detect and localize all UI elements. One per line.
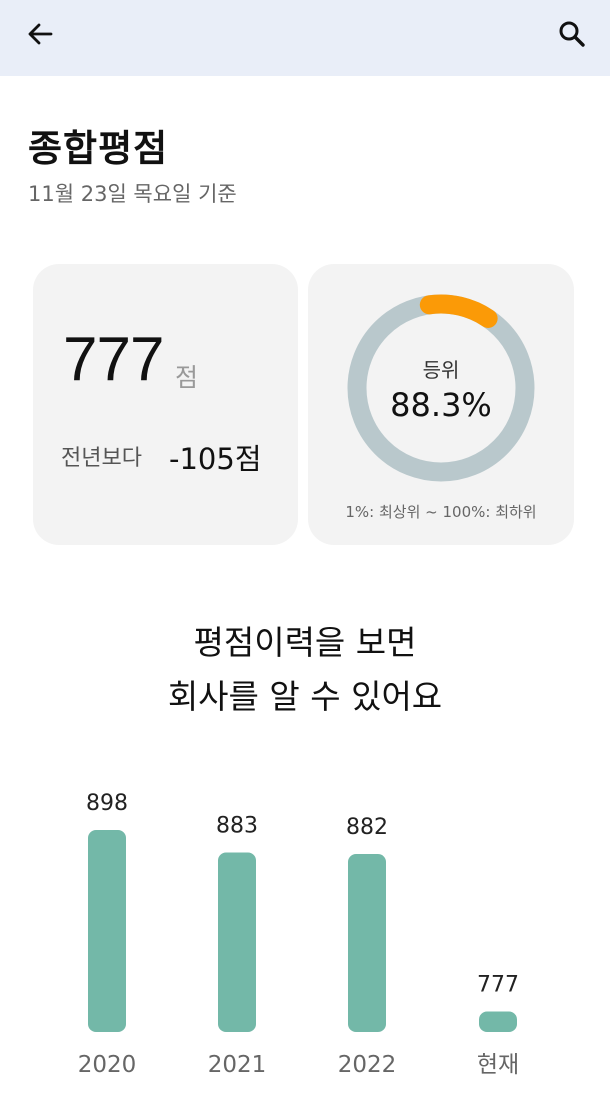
bar-category-label: 2022 bbox=[338, 1052, 397, 1078]
date-subtitle: 11월 23일 목요일 기준 bbox=[28, 182, 237, 206]
score-unit: 점 bbox=[175, 363, 199, 392]
bar-2022 bbox=[348, 854, 386, 1032]
score-value: 777 bbox=[63, 325, 164, 394]
bar-2020 bbox=[88, 830, 126, 1032]
bar-현재 bbox=[479, 1011, 517, 1032]
bar-value-label: 898 bbox=[86, 791, 128, 816]
history-title-line1: 평점이력을 보면 bbox=[193, 623, 417, 662]
bar-category-label: 2020 bbox=[78, 1052, 137, 1078]
bar-value-label: 882 bbox=[346, 815, 388, 840]
search-icon[interactable] bbox=[552, 14, 592, 54]
app-bar bbox=[0, 0, 610, 76]
history-title-line2: 회사를 알 수 있어요 bbox=[167, 677, 443, 716]
bar-category-label: 2021 bbox=[208, 1052, 267, 1078]
rank-legend: 1%: 최상위 ~ 100%: 최하위 bbox=[345, 503, 537, 521]
rank-value: 88.3% bbox=[390, 386, 492, 424]
bar-2021 bbox=[218, 852, 256, 1032]
diff-label: 전년보다 bbox=[61, 446, 142, 471]
page-title: 종합평점 bbox=[28, 127, 169, 170]
score-card: 777 점 전년보다 -105점 bbox=[33, 264, 298, 545]
bar-category-label: 현재 bbox=[477, 1052, 519, 1078]
rank-card: 등위 88.3% 1%: 최상위 ~ 100%: 최하위 bbox=[308, 264, 574, 545]
bar-value-label: 777 bbox=[477, 973, 519, 998]
diff-value: -105점 bbox=[169, 442, 262, 476]
bar-value-label: 883 bbox=[216, 814, 258, 839]
rank-label: 등위 bbox=[422, 358, 460, 382]
arrow-left-icon[interactable] bbox=[20, 14, 60, 54]
score-history-chart: 898 2020 883 2021 882 2022 777 현재 bbox=[78, 791, 519, 1078]
history-title: 평점이력을 보면 회사를 알 수 있어요 bbox=[0, 616, 610, 724]
